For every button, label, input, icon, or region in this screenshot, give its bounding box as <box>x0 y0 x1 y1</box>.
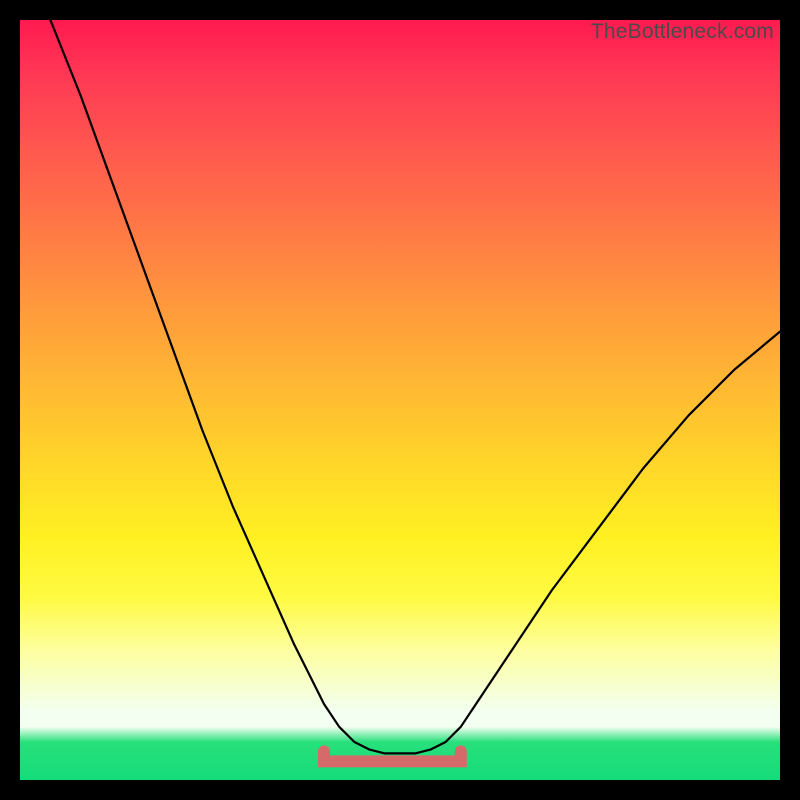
chart-stage: TheBottleneck.com <box>0 0 800 800</box>
bottleneck-curve <box>50 20 780 753</box>
chart-overlay-svg <box>20 20 780 780</box>
watermark-text: TheBottleneck.com <box>591 20 774 44</box>
plot-area: TheBottleneck.com <box>20 20 780 780</box>
